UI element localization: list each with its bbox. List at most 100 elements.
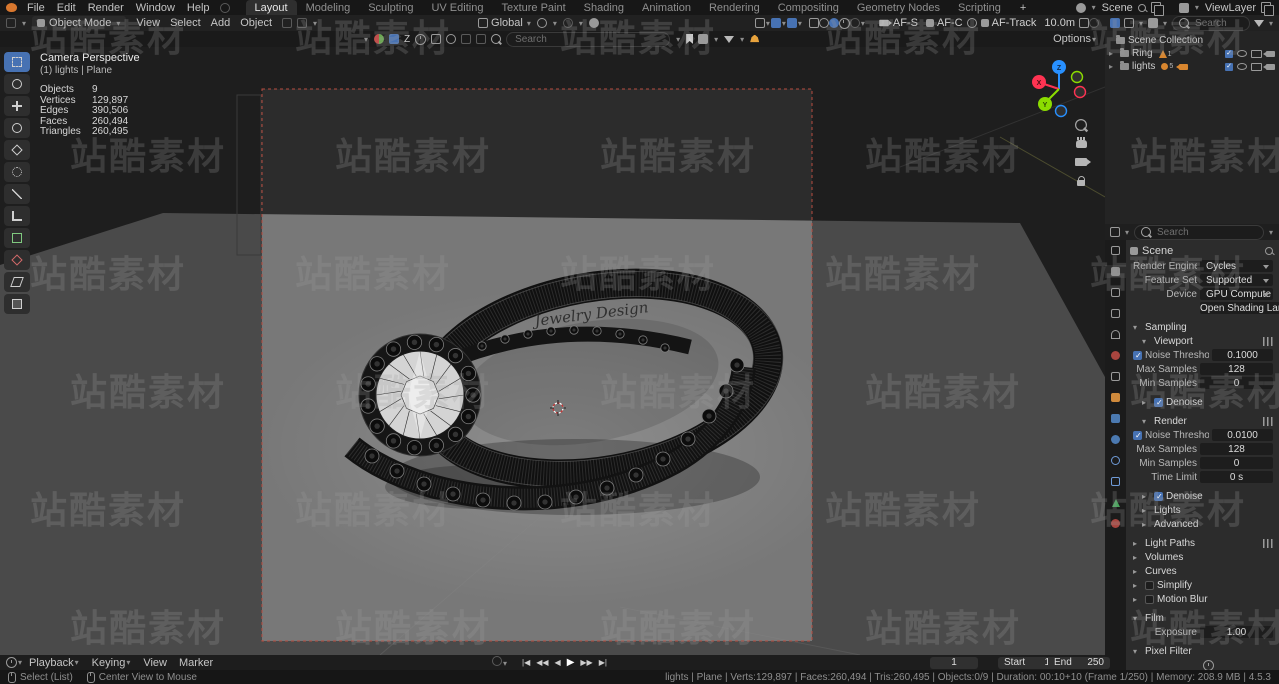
timeline-menu-item[interactable]: Playback▾ — [23, 657, 86, 669]
properties-row[interactable]: Noise Threshold 0.0100 — [1128, 428, 1275, 442]
hide-eye-icon[interactable] — [1237, 50, 1247, 57]
property-value[interactable]: 128 — [1200, 363, 1273, 375]
panel-chevron-icon[interactable]: ▸ — [1142, 398, 1151, 407]
tool-button[interactable] — [4, 206, 30, 226]
menu-item[interactable]: Edit — [51, 2, 82, 14]
sliders-icon[interactable] — [1263, 337, 1273, 346]
time-icon[interactable] — [839, 18, 850, 29]
properties-tab[interactable] — [1105, 454, 1126, 467]
property-value[interactable]: 0.1000 — [1212, 349, 1273, 361]
workspace-tab[interactable]: Animation — [633, 0, 700, 15]
tool-button[interactable] — [4, 118, 30, 138]
properties-tab[interactable] — [1105, 496, 1126, 509]
outliner-search[interactable] — [1172, 16, 1250, 31]
exclude-checkbox[interactable]: ✓ — [1225, 63, 1233, 71]
property-value[interactable]: 1.00 — [1200, 626, 1273, 638]
tool-button[interactable] — [4, 228, 30, 248]
tool-button[interactable] — [4, 140, 30, 160]
outliner-filter-collection-icon[interactable] — [1148, 18, 1158, 28]
property-value[interactable]: GPU Compute — [1200, 288, 1273, 300]
filter-funnel-icon[interactable] — [724, 36, 734, 43]
checkbox[interactable] — [1154, 492, 1163, 501]
prev-keyframe-button[interactable]: ◀◀ — [536, 658, 548, 667]
pin-scene-icon[interactable] — [1138, 4, 1146, 12]
timeline-editor-icon[interactable] — [6, 657, 17, 668]
camera-view-icon[interactable] — [1075, 158, 1087, 166]
mode-selector[interactable]: Object Mode▾ — [32, 16, 126, 30]
z-axis-icon[interactable]: Z — [404, 34, 410, 45]
render-region-icon[interactable] — [1079, 18, 1089, 28]
properties-row[interactable]: ▾ Viewport — [1128, 334, 1275, 348]
focus-person-icon[interactable] — [967, 18, 977, 28]
property-value[interactable]: 128 — [1200, 443, 1273, 455]
globe-icon[interactable] — [446, 34, 456, 44]
gizmo-toggle-icon[interactable] — [755, 18, 765, 28]
af-c-button[interactable]: AF-C — [922, 17, 967, 29]
menu-item[interactable]: File — [21, 2, 51, 14]
panel-chevron-icon[interactable]: ▾ — [1133, 647, 1142, 656]
workspace-tab[interactable]: Compositing — [769, 0, 848, 15]
clock-icon[interactable] — [415, 34, 426, 45]
outliner-funnel-icon[interactable] — [1254, 20, 1264, 27]
property-value[interactable]: 0 — [1200, 377, 1273, 389]
xray-icon[interactable] — [809, 18, 819, 28]
panel-chevron-icon[interactable]: ▸ — [1133, 595, 1142, 604]
disable-viewport-icon[interactable] — [1251, 63, 1262, 71]
zoom-icon[interactable] — [1075, 119, 1087, 131]
properties-tab[interactable] — [1105, 265, 1126, 278]
outliner-list-icon[interactable] — [1124, 18, 1134, 28]
timeline-menu-item[interactable]: Keying▾ — [86, 657, 138, 669]
workspace-tab[interactable]: Geometry Nodes — [848, 0, 949, 15]
properties-row[interactable]: ▾ Render — [1128, 414, 1275, 428]
stamp-icon[interactable] — [461, 34, 471, 44]
properties-row[interactable]: ▸ Denoise — [1128, 395, 1275, 409]
tool-button[interactable] — [4, 162, 30, 182]
viewport-globe-icon[interactable] — [819, 18, 829, 28]
sliders-icon[interactable] — [1263, 417, 1273, 426]
viewport-menu-item[interactable]: Add — [206, 17, 236, 29]
properties-row[interactable]: Noise Threshold 0.1000 — [1128, 348, 1275, 362]
viewport-menu-item[interactable]: View — [131, 17, 165, 29]
properties-row[interactable]: ▸ Volumes — [1128, 550, 1275, 564]
timeline-menu-item[interactable]: View — [137, 657, 173, 669]
pan-hand-icon[interactable] — [1076, 140, 1087, 148]
checkbox[interactable] — [1133, 351, 1142, 360]
workspace-tab[interactable]: Shading — [575, 0, 633, 15]
transport-icon[interactable] — [476, 34, 486, 44]
panel-chevron-icon[interactable]: ▾ — [1133, 323, 1142, 332]
properties-tab[interactable] — [1105, 412, 1126, 425]
menu-item[interactable]: Render — [82, 2, 130, 14]
overlays-toggle-icon[interactable] — [771, 18, 781, 28]
viewport-menu-item[interactable]: Object — [235, 17, 277, 29]
checkbox[interactable] — [1133, 431, 1142, 440]
panel-chevron-icon[interactable]: ▸ — [1142, 492, 1151, 501]
property-value[interactable]: 0 s — [1200, 471, 1273, 483]
properties-tab[interactable] — [1105, 328, 1126, 341]
focus-distance[interactable]: 10.0m — [1040, 17, 1079, 29]
tool-button[interactable] — [4, 52, 30, 72]
properties-row[interactable]: ▸ Curves — [1128, 564, 1275, 578]
bookmark-icon[interactable] — [686, 34, 693, 44]
panel-chevron-icon[interactable]: ▸ — [1133, 553, 1142, 562]
jump-end-button[interactable]: ▶| — [599, 658, 607, 667]
properties-tab[interactable] — [1105, 475, 1126, 488]
properties-row[interactable]: Render Engine Cycles — [1128, 259, 1275, 273]
panel-chevron-icon[interactable]: ▸ — [1133, 581, 1142, 590]
layers-icon[interactable] — [698, 34, 708, 44]
tool-button[interactable] — [4, 272, 30, 292]
prev-frame-button[interactable]: ◀ — [555, 658, 561, 667]
properties-row[interactable]: ▸ Denoise — [1128, 489, 1275, 503]
hide-eye-icon[interactable] — [1237, 63, 1247, 70]
play-button[interactable]: ▶ — [567, 657, 575, 668]
workspace-tab[interactable]: Sculpting — [359, 0, 422, 15]
properties-row[interactable]: Max Samples 128 — [1128, 362, 1275, 376]
properties-row[interactable]: Min Samples 0 — [1128, 376, 1275, 390]
panel-chevron-icon[interactable]: ▸ — [1133, 539, 1142, 548]
disable-render-icon[interactable] — [1266, 64, 1275, 70]
panel-chevron-icon[interactable]: ▸ — [1133, 567, 1142, 576]
blender-logo-icon[interactable] — [6, 3, 17, 12]
checkbox[interactable] — [1145, 595, 1154, 604]
checkbox[interactable] — [1154, 398, 1163, 407]
new-viewlayer-icon[interactable] — [1261, 2, 1271, 13]
workspace-tab[interactable]: Modeling — [297, 0, 360, 15]
